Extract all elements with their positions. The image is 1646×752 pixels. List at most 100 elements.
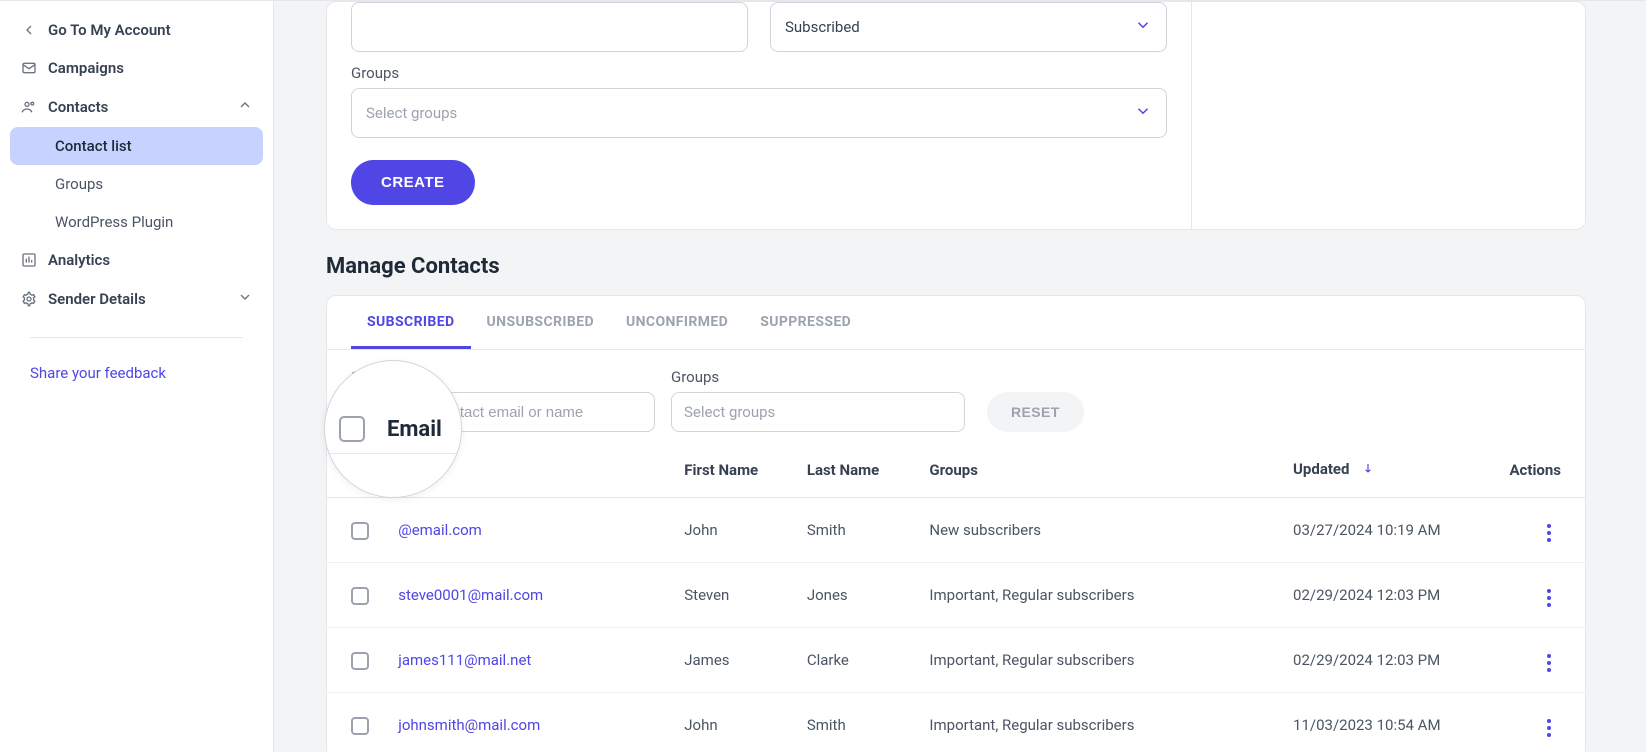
sort-desc-icon <box>1361 461 1375 479</box>
row-checkbox[interactable] <box>351 587 369 605</box>
col-header-groups[interactable]: Groups <box>917 442 1281 498</box>
tab-suppressed[interactable]: SUPPRESSED <box>744 296 867 349</box>
groups-field-label: Groups <box>351 64 1167 82</box>
chevron-down-icon <box>1134 102 1152 124</box>
tab-label: SUPPRESSED <box>760 314 851 330</box>
tab-unconfirmed[interactable]: UNCONFIRMED <box>610 296 744 349</box>
sidebar-item-contacts[interactable]: Contacts <box>10 87 263 127</box>
section-title: Manage Contacts <box>326 254 1586 279</box>
chart-icon <box>20 251 38 269</box>
table-row: johnsmith@mail.com JohnSmithImportant, Re… <box>327 693 1585 752</box>
filter-groups-placeholder: Select groups <box>684 403 775 421</box>
reset-button[interactable]: RESET <box>987 392 1084 432</box>
create-card-side-panel <box>1191 2 1585 229</box>
last-name-cell: Smith <box>795 693 918 752</box>
contact-email-link[interactable]: @email.com <box>398 521 482 539</box>
last-name-cell: Jones <box>795 563 918 628</box>
tab-label: UNCONFIRMED <box>626 314 728 330</box>
col-header-first-name[interactable]: First Name <box>672 442 795 498</box>
sidebar-sub-label: WordPress Plugin <box>55 213 173 231</box>
contact-email-link[interactable]: johnsmith@mail.com <box>398 716 540 734</box>
updated-cell: 02/29/2024 12:03 PM <box>1281 563 1496 628</box>
sidebar-item-analytics[interactable]: Analytics <box>10 241 263 279</box>
row-actions-menu[interactable] <box>1543 715 1555 741</box>
go-to-account-link[interactable]: Go To My Account <box>10 11 263 49</box>
row-actions-menu[interactable] <box>1543 650 1555 676</box>
status-value: Subscribed <box>785 18 860 36</box>
gear-icon <box>20 290 38 308</box>
arrow-left-icon <box>20 21 38 39</box>
first-name-cell: James <box>672 628 795 693</box>
magnified-checkbox <box>339 416 365 442</box>
updated-cell: 02/29/2024 12:03 PM <box>1281 628 1496 693</box>
chevron-down-icon <box>1134 16 1152 38</box>
sidebar-sub-wordpress-plugin[interactable]: WordPress Plugin <box>10 203 263 241</box>
last-name-cell: Smith <box>795 498 918 563</box>
groups-placeholder: Select groups <box>366 104 457 122</box>
contacts-table: Email First Name Last Name Groups Update… <box>327 442 1585 752</box>
sidebar-item-label: Contacts <box>48 98 108 116</box>
groups-select[interactable]: Select groups <box>351 88 1167 138</box>
contacts-card: SUBSCRIBED UNSUBSCRIBED UNCONFIRMED SUPP… <box>326 295 1586 752</box>
updated-cell: 03/27/2024 10:19 AM <box>1281 498 1496 563</box>
tab-label: SUBSCRIBED <box>367 314 455 330</box>
row-checkbox[interactable] <box>351 652 369 670</box>
sidebar-sub-label: Groups <box>55 175 103 193</box>
share-feedback-label: Share your feedback <box>30 364 166 382</box>
updated-cell: 11/03/2023 10:54 AM <box>1281 693 1496 752</box>
groups-cell: Important, Regular subscribers <box>917 693 1281 752</box>
filters: Search Groups Select groups RESET <box>327 350 1585 442</box>
col-header-updated[interactable]: Updated <box>1281 442 1496 498</box>
create-contact-card: Subscribed Groups Select groups <box>326 1 1586 230</box>
row-actions-menu[interactable] <box>1543 585 1555 611</box>
reset-button-label: RESET <box>1011 404 1060 420</box>
create-button[interactable]: CREATE <box>351 160 475 205</box>
sidebar-item-campaigns[interactable]: Campaigns <box>10 49 263 87</box>
create-button-label: CREATE <box>381 174 445 191</box>
row-actions-menu[interactable] <box>1543 520 1555 546</box>
contacts-icon <box>20 98 38 116</box>
row-checkbox[interactable] <box>351 717 369 735</box>
status-select[interactable]: Subscribed <box>770 2 1167 52</box>
table-row: @email.com JohnSmithNew subscribers03/27/… <box>327 498 1585 563</box>
sidebar: Go To My Account Campaigns Contacts Cont… <box>0 1 274 752</box>
sidebar-item-label: Sender Details <box>48 290 146 308</box>
sidebar-sub-label: Contact list <box>55 137 132 155</box>
go-to-account-label: Go To My Account <box>48 21 171 39</box>
tab-label: UNSUBSCRIBED <box>487 314 594 330</box>
sidebar-item-sender-details[interactable]: Sender Details <box>10 279 263 319</box>
col-header-actions: Actions <box>1496 442 1585 498</box>
share-feedback-link[interactable]: Share your feedback <box>10 356 263 390</box>
groups-cell: New subscribers <box>917 498 1281 563</box>
divider <box>30 337 243 338</box>
table-row: james111@mail.net JamesClarkeImportant, R… <box>327 628 1585 693</box>
contact-email-link[interactable]: steve0001@mail.com <box>398 586 543 604</box>
groups-cell: Important, Regular subscribers <box>917 628 1281 693</box>
first-name-cell: Steven <box>672 563 795 628</box>
table-row: steve0001@mail.com StevenJonesImportant, … <box>327 563 1585 628</box>
tabs: SUBSCRIBED UNSUBSCRIBED UNCONFIRMED SUPP… <box>327 296 1585 350</box>
groups-cell: Important, Regular subscribers <box>917 563 1281 628</box>
col-header-last-name[interactable]: Last Name <box>795 442 918 498</box>
first-name-cell: John <box>672 498 795 563</box>
filter-groups-select[interactable]: Select groups <box>671 392 965 432</box>
first-name-cell: John <box>672 693 795 752</box>
sidebar-item-label: Analytics <box>48 251 110 269</box>
contact-email-link[interactable]: james111@mail.net <box>398 651 531 669</box>
tab-unsubscribed[interactable]: UNSUBSCRIBED <box>471 296 610 349</box>
magnifier-overlay: Email <box>324 360 462 498</box>
chevron-up-icon <box>237 97 253 117</box>
magnified-text: Email <box>387 417 442 442</box>
chevron-down-icon <box>237 289 253 309</box>
mail-icon <box>20 59 38 77</box>
sidebar-sub-groups[interactable]: Groups <box>10 165 263 203</box>
tab-subscribed[interactable]: SUBSCRIBED <box>351 296 471 349</box>
row-checkbox[interactable] <box>351 522 369 540</box>
last-name-cell: Clarke <box>795 628 918 693</box>
main-content: Subscribed Groups Select groups <box>274 1 1646 752</box>
create-input-field[interactable] <box>351 2 748 52</box>
table-header-row: Email First Name Last Name Groups Update… <box>327 442 1585 498</box>
sidebar-sub-contact-list[interactable]: Contact list <box>10 127 263 165</box>
filter-groups-label: Groups <box>671 368 965 386</box>
sidebar-item-label: Campaigns <box>48 59 124 77</box>
